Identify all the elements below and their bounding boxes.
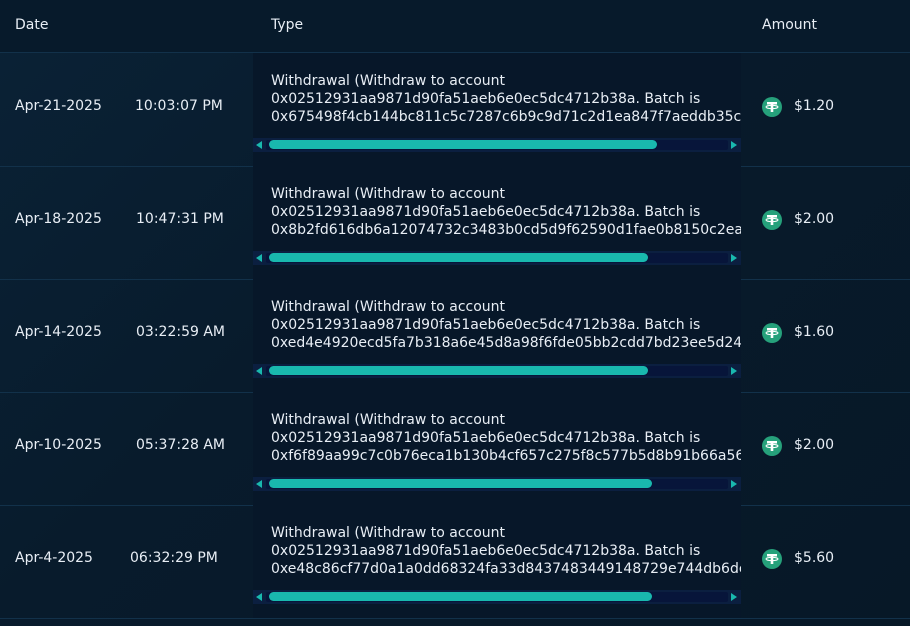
tether-icon [762,210,782,230]
tether-icon [762,436,782,456]
horizontal-scrollbar[interactable] [253,364,741,378]
horizontal-scrollbar[interactable] [253,138,741,152]
amount-column-header: Amount [762,17,818,33]
scroll-thumb[interactable] [269,479,652,488]
scroll-track[interactable] [266,366,728,376]
table-row: Apr-18-2025 10:47:31 PM Withdrawal (With… [0,166,910,280]
amount-value: $2.00 [794,211,835,227]
horizontal-scrollbar[interactable] [253,477,741,491]
scroll-left-icon[interactable] [256,254,262,262]
scroll-left-icon[interactable] [256,367,262,375]
row-date: Apr-4-2025 [15,550,93,566]
scroll-thumb[interactable] [269,140,657,149]
amount-value: $1.20 [794,98,835,114]
type-cell: Withdrawal (Withdraw to account 0x025129… [253,392,741,505]
tether-icon [762,97,782,117]
type-description: Withdrawal (Withdraw to account 0x025129… [271,524,741,578]
table-row: Apr-4-2025 06:32:29 PM Withdrawal (Withd… [0,505,910,619]
scroll-left-icon[interactable] [256,480,262,488]
type-line: 0x8b2fd616db6a12074732c3483b0cd5d9f62590… [271,222,741,238]
transactions-table: Date Type Amount Apr-21-2025 10:03:07 PM… [0,0,910,626]
table-row: Apr-21-2025 10:03:07 PM Withdrawal (With… [0,53,910,167]
row-time: 10:47:31 PM [136,211,224,227]
type-line: 0xed4e4920ecd5fa7b318a6e45d8a98f6fde05bb… [271,335,741,351]
scroll-track[interactable] [266,479,728,489]
table-header: Date Type Amount [0,0,910,53]
type-line: 0x02512931aa9871d90fa51aeb6e0ec5dc4712b3… [271,430,701,446]
scroll-right-icon[interactable] [731,480,737,488]
horizontal-scrollbar[interactable] [253,590,741,604]
row-date: Apr-10-2025 [15,437,102,453]
row-date: Apr-18-2025 [15,211,102,227]
type-description: Withdrawal (Withdraw to account 0x025129… [271,298,741,352]
tether-icon [762,323,782,343]
scroll-thumb[interactable] [269,366,648,375]
amount-value: $5.60 [794,550,835,566]
type-column-header: Type [271,17,304,33]
table-row: Apr-14-2025 03:22:59 AM Withdrawal (With… [0,279,910,393]
type-line: Withdrawal (Withdraw to account [271,525,506,541]
type-cell: Withdrawal (Withdraw to account 0x025129… [253,279,741,392]
tether-icon [762,549,782,569]
scroll-right-icon[interactable] [731,141,737,149]
scroll-thumb[interactable] [269,253,648,262]
amount-value: $2.00 [794,437,835,453]
type-description: Withdrawal (Withdraw to account 0x025129… [271,185,741,239]
scroll-thumb[interactable] [269,592,652,601]
scroll-track[interactable] [266,253,728,263]
row-date: Apr-21-2025 [15,98,102,114]
type-cell: Withdrawal (Withdraw to account 0x025129… [253,53,741,166]
type-line: Withdrawal (Withdraw to account [271,73,506,89]
type-line: 0x02512931aa9871d90fa51aeb6e0ec5dc4712b3… [271,543,701,559]
type-description: Withdrawal (Withdraw to account 0x025129… [271,72,741,126]
date-column-header: Date [15,17,49,33]
scroll-track[interactable] [266,140,728,150]
row-time: 03:22:59 AM [136,324,225,340]
type-line: Withdrawal (Withdraw to account [271,299,506,315]
type-cell: Withdrawal (Withdraw to account 0x025129… [253,505,741,618]
type-line: 0xf6f89aa99c7c0b76eca1b130b4cf657c275f8c… [271,448,741,464]
scroll-right-icon[interactable] [731,593,737,601]
row-date: Apr-14-2025 [15,324,102,340]
type-line: 0x02512931aa9871d90fa51aeb6e0ec5dc4712b3… [271,204,701,220]
row-time: 10:03:07 PM [135,98,223,114]
horizontal-scrollbar[interactable] [253,251,741,265]
row-time: 05:37:28 AM [136,437,225,453]
type-line: Withdrawal (Withdraw to account [271,186,506,202]
type-line: Withdrawal (Withdraw to account [271,412,506,428]
type-description: Withdrawal (Withdraw to account 0x025129… [271,411,741,465]
type-line: 0x675498f4cb144bc811c5c7287c6b9c9d71c2d1… [271,109,741,125]
row-time: 06:32:29 PM [130,550,218,566]
type-line: 0x02512931aa9871d90fa51aeb6e0ec5dc4712b3… [271,317,701,333]
type-cell: Withdrawal (Withdraw to account 0x025129… [253,166,741,279]
scroll-left-icon[interactable] [256,141,262,149]
amount-value: $1.60 [794,324,835,340]
type-line: 0xe48c86cf77d0a1a0dd68324fa33d8437483449… [271,561,741,577]
scroll-track[interactable] [266,592,728,602]
scroll-left-icon[interactable] [256,593,262,601]
table-row: Apr-10-2025 05:37:28 AM Withdrawal (With… [0,392,910,506]
type-line: 0x02512931aa9871d90fa51aeb6e0ec5dc4712b3… [271,91,701,107]
scroll-right-icon[interactable] [731,254,737,262]
scroll-right-icon[interactable] [731,367,737,375]
